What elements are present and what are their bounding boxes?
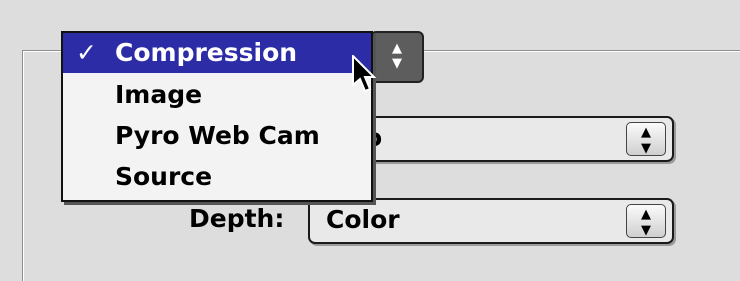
menu-item-source[interactable]: Source	[63, 157, 371, 197]
panel-popup-trigger[interactable]: ▲ ▼	[370, 31, 424, 83]
up-down-arrows-icon: ▲ ▼	[626, 204, 666, 238]
menu-item-image[interactable]: Image	[63, 75, 371, 115]
menu-item-pyro-web-cam[interactable]: Pyro Web Cam	[63, 116, 371, 156]
menu-item-label: Pyro Web Cam	[115, 121, 320, 150]
menu-item-label: Source	[115, 162, 213, 191]
menu-item-label: Image	[115, 80, 203, 109]
menu-item-label: Compression	[115, 38, 298, 67]
depth-label: Depth:	[189, 204, 285, 233]
panel-popup-menu: ✓ Compression Image Pyro Web Cam Source	[61, 31, 373, 202]
depth-popup[interactable]: Color ▲ ▼	[308, 198, 674, 244]
up-down-arrows-icon: ▼	[392, 56, 402, 71]
up-down-arrows-icon: ▲ ▼	[626, 122, 666, 156]
depth-popup-value: Color	[326, 205, 400, 234]
up-down-arrows-icon: ▲	[392, 41, 402, 56]
format-popup[interactable]: eo ▲▼	[330, 116, 674, 162]
arrow-cursor-icon	[352, 55, 377, 93]
menu-item-compression[interactable]: ✓ Compression	[63, 33, 371, 73]
checkmark-icon: ✓	[76, 38, 97, 67]
